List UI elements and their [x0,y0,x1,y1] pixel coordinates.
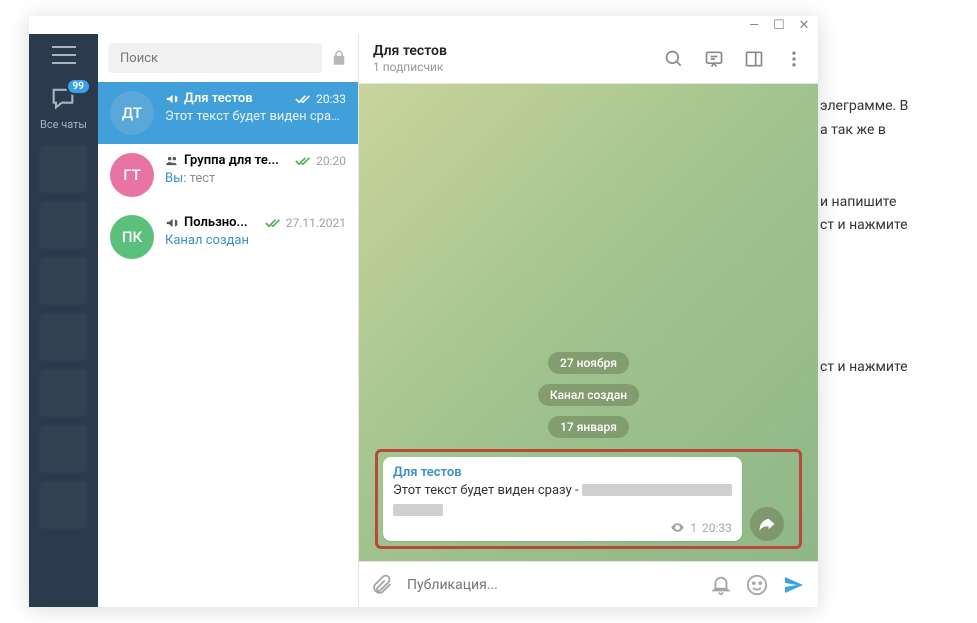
redacted-text [582,484,732,496]
search-icon[interactable] [664,49,684,69]
search-row [98,34,358,82]
read-checks-icon [295,93,311,105]
chat-time: 20:33 [316,92,346,106]
message-author: Для тестов [393,465,732,480]
minimize-button[interactable]: — [746,17,762,33]
conversation-title-block[interactable]: Для тестов 1 подписчик [373,43,664,74]
read-checks-icon [265,217,281,229]
views-icon [670,520,685,535]
channel-icon [165,92,179,106]
window-titlebar: — ☐ ✕ [29,16,818,34]
more-icon[interactable] [784,49,804,69]
read-checks-icon [295,155,311,167]
all-chats-folder[interactable]: 99 Все чаты [40,84,87,131]
redacted-text [393,504,443,516]
folders-sidebar: 99 Все чаты [29,34,98,607]
message-composer [359,561,818,607]
maximize-button[interactable]: ☐ [771,17,787,33]
highlighted-message: Для тестов Этот текст будет виден сразу … [375,449,802,549]
attach-icon[interactable] [371,574,393,596]
background-article-text: элеграмме. В а так же в и напишите ст и … [820,95,908,380]
message-bubble[interactable]: Для тестов Этот текст будет виден сразу … [383,457,742,541]
menu-icon[interactable] [52,46,76,64]
avatar: ГТ [110,153,154,197]
chat-item-dlya-testov[interactable]: ДТ Для тестов 20:33 Этот текст будет вид… [98,82,358,144]
blurred-folders [29,145,98,529]
chat-preview: Этот текст будет виден сраз... [165,109,346,124]
chat-name: Группа для те... [184,153,290,168]
chat-preview: Вы: тест [165,171,346,186]
close-button[interactable]: ✕ [796,17,812,33]
date-pill: 17 января [548,416,629,438]
all-chats-label: Все чаты [40,118,87,131]
chat-name: Пользно... [184,215,260,230]
send-icon[interactable] [782,573,806,597]
avatar: ПК [110,215,154,259]
chat-item-gruppa[interactable]: ГТ Группа для те... 20:20 Вы: тест [98,144,358,206]
message-text: Этот текст будет виден сразу - [393,482,732,518]
unread-badge: 99 [66,78,91,95]
conversation-title: Для тестов [373,43,664,59]
views-count: 1 [690,521,697,535]
avatar: ДТ [110,91,154,135]
message-input[interactable] [407,577,696,593]
chat-time: 27.11.2021 [286,216,346,230]
chat-list-panel: ДТ Для тестов 20:33 Этот текст будет вид… [98,34,359,607]
search-input[interactable] [108,43,322,73]
service-pill: Канал создан [538,384,639,406]
group-icon [165,154,179,168]
conversation-header: Для тестов 1 подписчик [359,34,818,84]
conversation-panel: Для тестов 1 подписчик 27 ноября Канал с… [359,34,818,607]
chat-name: Для тестов [184,91,290,106]
chat-item-polzno[interactable]: ПК Пользно... 27.11.2021 Канал создан [98,206,358,268]
discussion-icon[interactable] [704,49,724,69]
share-button[interactable] [750,507,784,541]
share-arrow-icon [758,515,776,533]
panel-icon[interactable] [744,49,764,69]
lock-icon[interactable] [330,49,348,67]
chat-time: 20:20 [316,154,346,168]
chat-preview: Канал создан [165,233,346,248]
message-meta: 1 20:33 [393,520,732,535]
conversation-subtitle: 1 подписчик [373,60,664,74]
emoji-icon[interactable] [746,574,768,596]
notifications-icon[interactable] [710,574,732,596]
message-time: 20:33 [702,521,732,535]
messages-area[interactable]: 27 ноября Канал создан 17 января Для тес… [359,84,818,561]
date-pill: 27 ноября [548,352,629,374]
channel-icon [165,216,179,230]
telegram-window: — ☐ ✕ 99 Все чаты ДТ [29,16,818,607]
